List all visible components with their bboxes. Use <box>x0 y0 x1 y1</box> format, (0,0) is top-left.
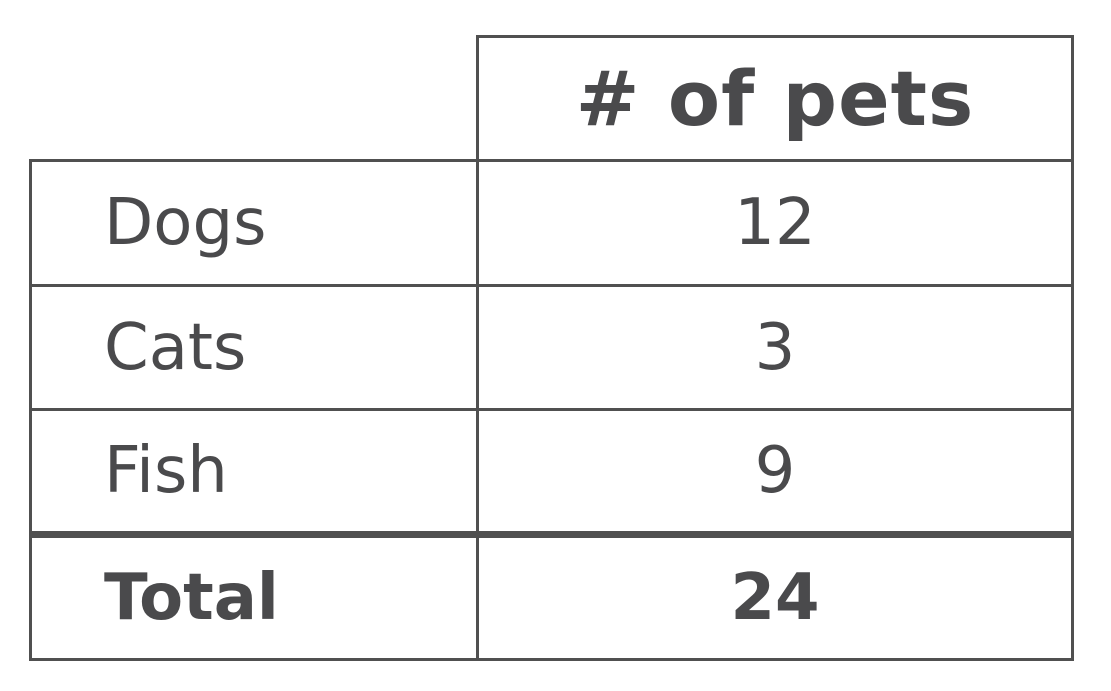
row-label-cats: Cats <box>32 287 476 408</box>
row-label-text: Fish <box>104 434 228 508</box>
row-label-text: Dogs <box>104 186 267 260</box>
row-value-dogs: 12 <box>479 162 1071 284</box>
total-divider <box>29 531 1074 538</box>
row-value-cats: 3 <box>479 287 1071 408</box>
row-value-text: 9 <box>754 434 796 508</box>
pets-table: # of pets Dogs 12 Cats 3 Fish 9 Total 24 <box>0 0 1111 691</box>
row-label-fish: Fish <box>32 411 476 531</box>
row-value-text: 3 <box>754 310 796 385</box>
row-label-text: Cats <box>104 310 247 385</box>
row-value-text: 12 <box>734 186 816 260</box>
total-label: Total <box>32 538 476 658</box>
table-bottom-border <box>29 658 1074 661</box>
right-border <box>1071 35 1074 661</box>
row-value-fish: 9 <box>479 411 1071 531</box>
total-value-text: 24 <box>730 561 820 635</box>
column-header: # of pets <box>479 38 1071 159</box>
total-label-text: Total <box>104 561 279 635</box>
column-header-text: # of pets <box>575 54 975 143</box>
total-value: 24 <box>479 538 1071 658</box>
row-label-dogs: Dogs <box>32 162 476 284</box>
